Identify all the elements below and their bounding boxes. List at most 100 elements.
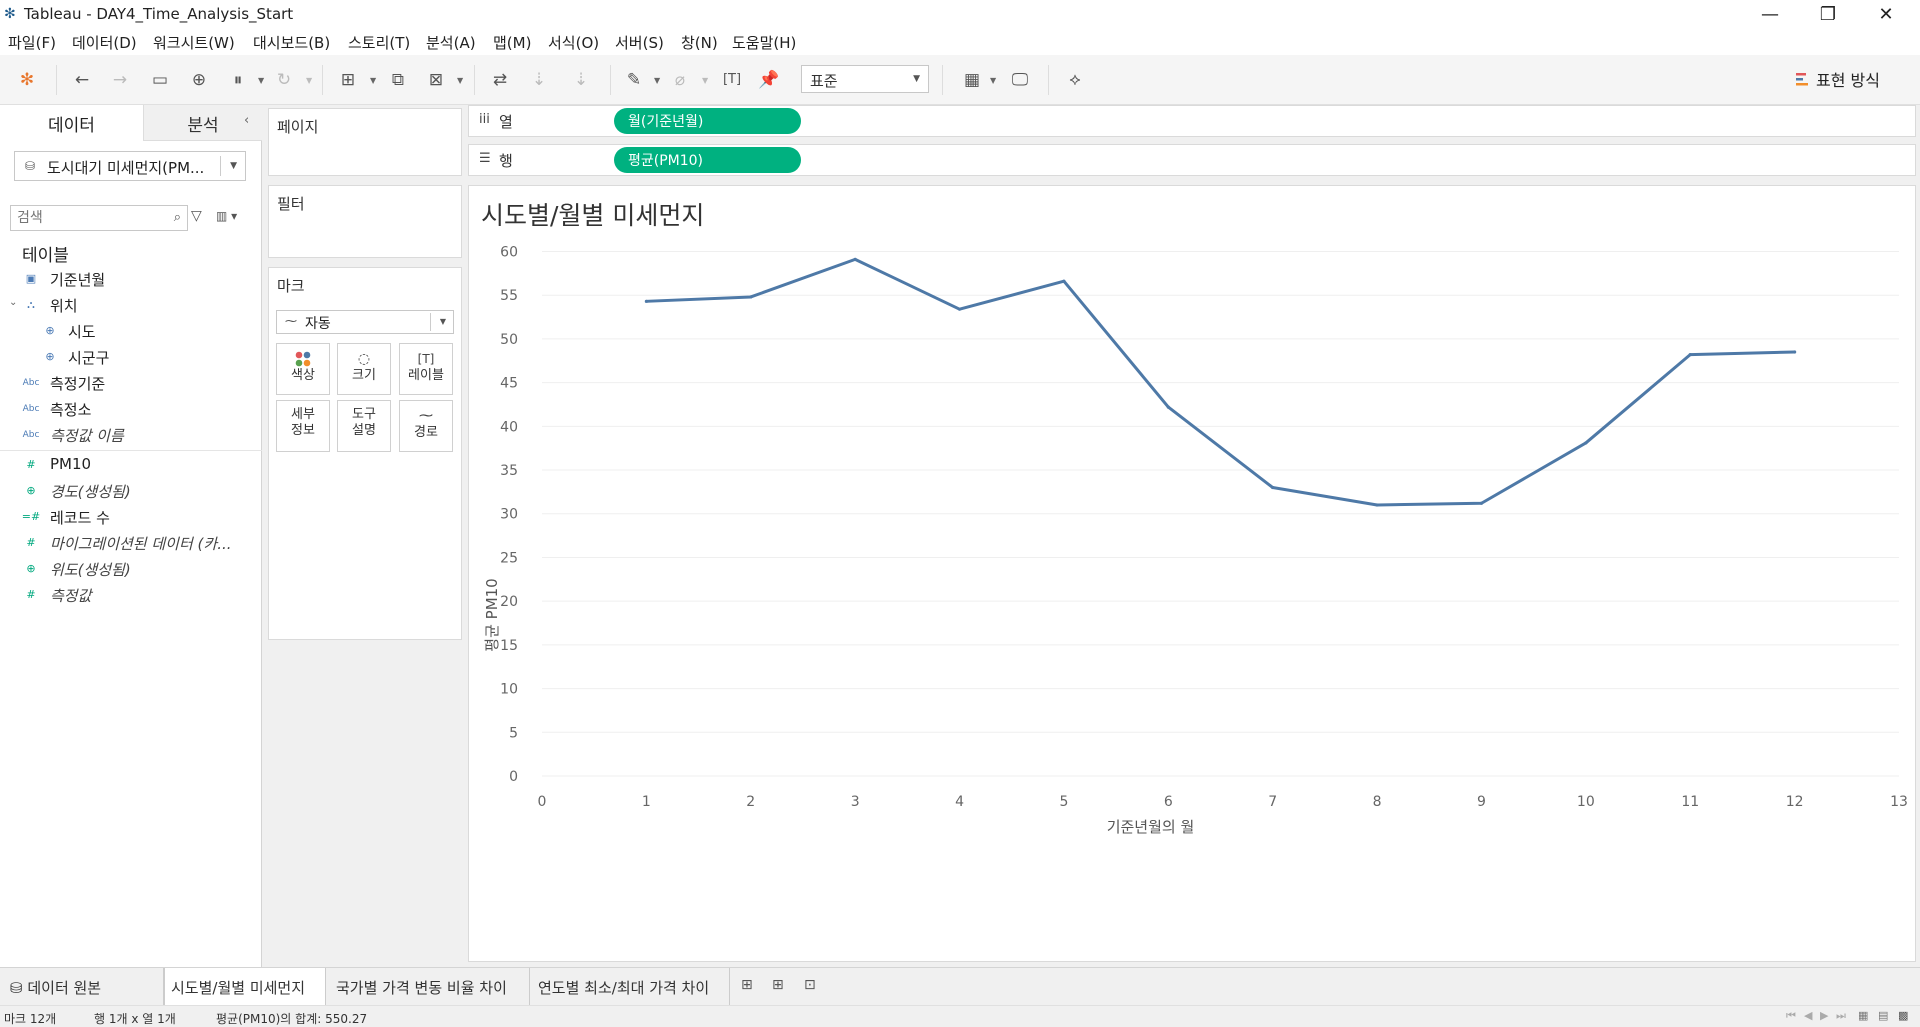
- tab-data[interactable]: 데이터: [0, 105, 143, 141]
- show-labels-icon[interactable]: [T]: [720, 68, 744, 92]
- datasource-select[interactable]: ⛁ 도시대기 미세먼지(PM... ▼: [14, 151, 246, 181]
- field-item[interactable]: # 마이그레이션된 데이터 (카...: [0, 532, 262, 556]
- field-item[interactable]: ▣ 기준년월: [0, 268, 262, 292]
- field-item[interactable]: ⌄ ⛬ 위치: [0, 294, 262, 318]
- sort-descending-icon[interactable]: ⇣: [569, 68, 593, 92]
- data-point: [749, 295, 753, 299]
- menu-file[interactable]: 파일(F): [8, 32, 56, 53]
- menu-dashboard[interactable]: 대시보드(B): [253, 32, 330, 53]
- rows-shelf[interactable]: ☰ 행 평균(PM10): [468, 144, 1916, 176]
- group-icon[interactable]: ⌀: [668, 68, 692, 92]
- chevron-down-icon[interactable]: ▼: [990, 76, 996, 85]
- tab-sheet-1[interactable]: 시도별/월별 미세먼지: [164, 968, 326, 1006]
- menu-map[interactable]: 맵(M): [493, 32, 531, 53]
- field-item[interactable]: Abc 측정값 이름: [0, 424, 262, 448]
- prev-page-icon[interactable]: ◀: [1804, 1009, 1812, 1022]
- presentation-icon[interactable]: 🖵: [1008, 68, 1032, 92]
- redo-icon[interactable]: →: [108, 68, 132, 92]
- minimize-button[interactable]: —: [1741, 0, 1799, 29]
- filter-icon[interactable]: ▽: [191, 208, 202, 224]
- duplicate-icon[interactable]: ⧉: [386, 68, 410, 92]
- show-me-button[interactable]: 표현 방식: [1796, 67, 1880, 91]
- menu-help[interactable]: 도움말(H): [732, 32, 796, 53]
- tab-sheet-3[interactable]: 연도별 최소/최대 가격 차이: [530, 968, 730, 1006]
- new-story-icon[interactable]: ⊡: [804, 977, 816, 993]
- menu-server[interactable]: 서버(S): [615, 32, 664, 53]
- rows-pill[interactable]: 평균(PM10): [614, 147, 801, 173]
- last-page-icon[interactable]: ⏭: [1836, 1009, 1846, 1023]
- new-dashboard-icon[interactable]: ⊞: [772, 977, 784, 993]
- undo-icon[interactable]: ←: [70, 68, 94, 92]
- new-datasource-icon[interactable]: ⊕: [187, 68, 211, 92]
- chevron-down-icon: ▼: [913, 74, 920, 84]
- menu-analysis[interactable]: 분석(A): [426, 32, 476, 53]
- columns-shelf[interactable]: iii 열 월(기준년월): [468, 105, 1916, 137]
- chevron-down-icon[interactable]: ▼: [258, 76, 264, 85]
- search-icon[interactable]: ⌕: [174, 210, 181, 225]
- menu-data[interactable]: 데이터(D): [72, 32, 137, 53]
- menu-story[interactable]: 스토리(T): [348, 32, 410, 53]
- highlight-icon[interactable]: ✎: [622, 68, 646, 92]
- tab-data-source[interactable]: ⛁ 데이터 원본: [0, 968, 164, 1006]
- label-button[interactable]: [T] 레이블: [399, 343, 453, 395]
- tooltip-button[interactable]: 도구 설명: [337, 400, 391, 452]
- size-button[interactable]: ◌ 크기: [337, 343, 391, 395]
- line-chart[interactable]: 0510152025303540455055600 1 2 3 4 5 6 7 8 9 10 11 12…: [469, 186, 1915, 961]
- pages-card[interactable]: 페이지: [268, 108, 462, 176]
- save-icon[interactable]: ▭: [148, 68, 172, 92]
- field-item[interactable]: # PM10: [0, 454, 262, 478]
- first-page-icon[interactable]: ⏮: [1786, 1009, 1796, 1023]
- columns-icon: iii: [479, 112, 490, 127]
- swap-icon[interactable]: ⇄: [488, 68, 512, 92]
- field-search-input[interactable]: [17, 209, 167, 227]
- new-worksheet-icon[interactable]: ⊞: [336, 68, 360, 92]
- chevron-down-icon[interactable]: ▼: [370, 76, 376, 85]
- tableau-home-icon[interactable]: ✻: [15, 68, 39, 92]
- mark-type-select[interactable]: ⁓ 자동 ▼: [276, 310, 454, 334]
- field-item[interactable]: ⊕ 시군구: [0, 346, 262, 370]
- new-worksheet-icon[interactable]: ⊞: [741, 977, 753, 993]
- tab-sheet-2[interactable]: 국가별 가격 변동 비율 차이: [326, 968, 530, 1006]
- restore-button[interactable]: ❐: [1799, 0, 1857, 29]
- pause-updates-icon[interactable]: ⏸: [226, 68, 250, 92]
- field-item[interactable]: ⊕ 시도: [0, 320, 262, 344]
- fit-select-value: 표준: [810, 72, 838, 90]
- pin-icon[interactable]: 📌: [757, 68, 781, 92]
- clear-sheet-icon[interactable]: ⊠: [424, 68, 448, 92]
- path-button[interactable]: ⁓ 경로: [399, 400, 453, 452]
- field-item[interactable]: Abc 측정소: [0, 398, 262, 422]
- chevron-down-icon[interactable]: ⌄: [9, 297, 17, 308]
- chevron-down-icon[interactable]: ▼: [702, 76, 708, 85]
- field-item[interactable]: # 측정값: [0, 584, 262, 608]
- color-button[interactable]: 색상: [276, 343, 330, 395]
- show-cards-icon[interactable]: ▦: [960, 68, 984, 92]
- next-page-icon[interactable]: ▶: [1820, 1009, 1828, 1022]
- filters-card[interactable]: 필터: [268, 185, 462, 258]
- x-tick-label: 11: [1681, 794, 1699, 810]
- refresh-icon[interactable]: ↻: [272, 68, 296, 92]
- view-options-icon[interactable]: ▥ ▾: [216, 209, 237, 223]
- field-item[interactable]: ⊕ 경도(생성됨): [0, 480, 262, 504]
- grid-view-icon[interactable]: ▦: [1858, 1009, 1868, 1022]
- close-button[interactable]: ✕: [1857, 0, 1915, 29]
- sort-ascending-icon[interactable]: ⇣: [527, 68, 551, 92]
- menu-worksheet[interactable]: 워크시트(W): [153, 32, 235, 53]
- menu-format[interactable]: 서식(O): [548, 32, 599, 53]
- field-item[interactable]: ⊕ 위도(생성됨): [0, 558, 262, 582]
- chevron-down-icon[interactable]: ▼: [654, 76, 660, 85]
- columns-pill[interactable]: 월(기준년월): [614, 108, 801, 134]
- fit-select[interactable]: 표준 ▼: [801, 65, 929, 93]
- field-label: 위치: [50, 297, 78, 315]
- detail-button[interactable]: 세부 정보: [276, 400, 330, 452]
- menu-window[interactable]: 창(N): [681, 32, 718, 53]
- collapse-pane-icon[interactable]: ‹: [244, 113, 249, 128]
- list-view-icon[interactable]: ▤: [1878, 1009, 1888, 1022]
- chevron-down-icon[interactable]: ▼: [457, 76, 463, 85]
- y-axis-title: 평균 PM10: [483, 578, 501, 651]
- field-item[interactable]: Abc 측정기준: [0, 372, 262, 396]
- visualization-canvas[interactable]: 시도별/월별 미세먼지 0 5 10 15 20 25 30 35 40 45 50 55 60 0 1 2 3…: [468, 185, 1916, 962]
- share-icon[interactable]: ⟡: [1063, 68, 1087, 92]
- filmstrip-view-icon[interactable]: ▩: [1898, 1009, 1908, 1022]
- field-item[interactable]: =# 레코드 수: [0, 506, 262, 530]
- chevron-down-icon[interactable]: ▼: [306, 76, 312, 85]
